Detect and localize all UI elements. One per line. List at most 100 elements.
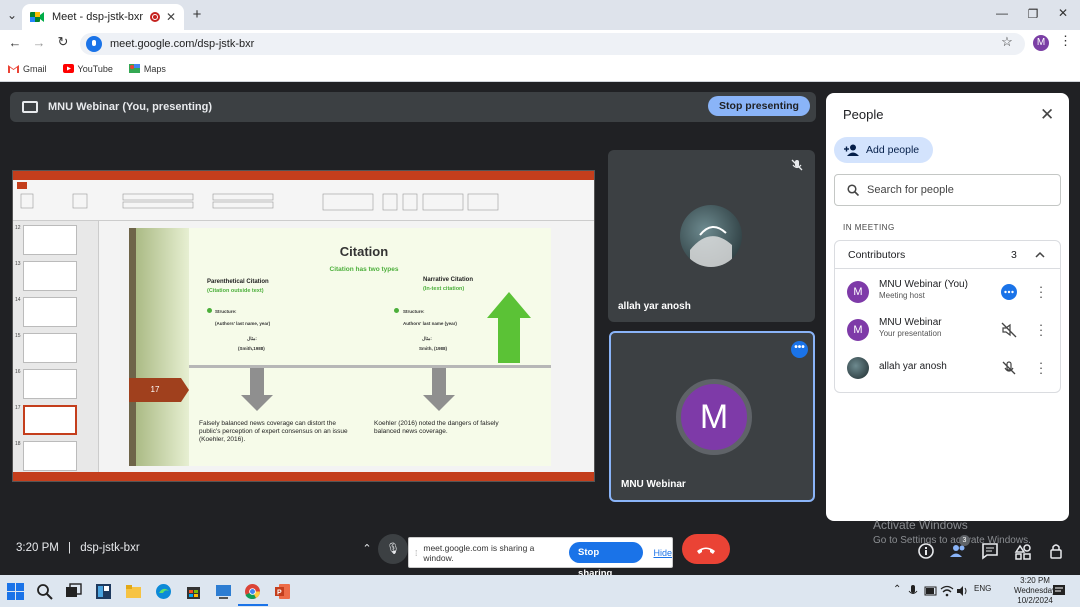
more-options-icon[interactable]: •••: [791, 341, 808, 358]
tab-strip: ⌄ Meet - dsp-jstk-bxr ✕ + — ❐ ✕: [0, 0, 1080, 30]
thumbnail[interactable]: [23, 333, 77, 363]
green-arrow-stem: [498, 318, 520, 363]
contributors-header[interactable]: Contributors 3: [835, 241, 1060, 269]
file-explorer-icon[interactable]: [125, 583, 142, 600]
participant-row[interactable]: allah yar anosh · · ·: [835, 349, 1060, 387]
bookmark-star-icon[interactable]: ☆: [1000, 34, 1014, 50]
thumb-number: 15: [15, 333, 21, 339]
thumbnail[interactable]: [23, 441, 77, 471]
thumbnail[interactable]: [23, 297, 77, 327]
sharing-text: meet.google.com is sharing a window.: [423, 542, 535, 563]
mic-off-icon[interactable]: [1001, 360, 1017, 376]
notification-icon[interactable]: [1052, 584, 1066, 598]
stop-sharing-button[interactable]: Stop sharing: [569, 542, 644, 579]
bookmark-maps[interactable]: Maps: [128, 64, 166, 74]
tab-meet[interactable]: Meet - dsp-jstk-bxr ✕: [22, 4, 184, 30]
mic-tray-icon[interactable]: [908, 584, 918, 598]
activate-windows-title: Activate Windows: [873, 518, 968, 532]
participant-row[interactable]: M MNU Webinar Your presentation · · ·: [835, 311, 1060, 349]
system-clock[interactable]: 3:20 PM Wednesday 10/2/2024: [1014, 576, 1056, 606]
app-icon[interactable]: [215, 583, 232, 600]
recording-icon: [149, 12, 160, 22]
slide-subtitle: Citation has two types: [329, 266, 399, 273]
chat-icon[interactable]: [981, 542, 999, 560]
chevron-up-icon[interactable]: [1035, 250, 1045, 260]
windows-start-icon[interactable]: [7, 583, 24, 600]
reload-icon[interactable]: ↻: [56, 34, 70, 50]
wifi-icon[interactable]: [940, 585, 954, 597]
task-view-icon[interactable]: [65, 583, 82, 600]
thumbnail[interactable]: [23, 369, 77, 399]
maps-icon: [128, 64, 140, 73]
right-body-text: Koehler (2016) noted the dangers of fals…: [374, 420, 499, 435]
slide-title: Citation: [339, 244, 389, 259]
tab-title: Meet - dsp-jstk-bxr: [52, 11, 144, 23]
search-people-input[interactable]: Search for people: [834, 174, 1061, 206]
add-people-label: Add people: [866, 144, 920, 156]
slide-leaf-decoration: [129, 228, 189, 466]
people-title: People: [843, 107, 884, 122]
kebab-menu-icon[interactable]: · · ·: [1038, 356, 1044, 379]
volume-icon[interactable]: [956, 585, 968, 597]
participant-avatar: M: [847, 281, 869, 303]
browser-menu-icon[interactable]: ⋮: [1059, 33, 1072, 49]
minimize-icon[interactable]: —: [996, 6, 1008, 20]
kebab-menu-icon[interactable]: · · ·: [1038, 318, 1044, 341]
participant-row[interactable]: M MNU Webinar (You) Meeting host · · ·: [835, 273, 1060, 311]
search-icon[interactable]: [36, 583, 53, 600]
bookmark-youtube[interactable]: YouTube: [62, 63, 113, 74]
mic-button[interactable]: 🎙: [378, 534, 408, 564]
right-structure: Structure:: [403, 309, 425, 314]
thumb-number: 18: [15, 441, 21, 447]
bookmark-youtube-label: YouTube: [77, 63, 113, 74]
current-slide: Citation Citation has two types Parenthe…: [129, 228, 551, 466]
participant-tile-active[interactable]: ••• M MNU Webinar: [609, 331, 815, 502]
thumbnail-selected[interactable]: [23, 405, 77, 435]
participant-tile[interactable]: allah yar anosh: [608, 150, 815, 322]
new-tab-icon[interactable]: +: [191, 6, 203, 23]
thumbnail[interactable]: [23, 225, 77, 255]
participant-photo: [847, 357, 869, 379]
tab-close-icon[interactable]: ✕: [166, 10, 176, 24]
battery-icon[interactable]: [924, 585, 938, 597]
add-people-button[interactable]: Add people: [834, 137, 933, 163]
bullet-dot: [207, 308, 212, 313]
bookmark-gmail[interactable]: Gmail: [8, 64, 47, 74]
slide-number-tag: 17: [129, 378, 189, 402]
contributors-label: Contributors: [848, 248, 906, 261]
info-icon[interactable]: [917, 542, 935, 560]
back-icon[interactable]: ←: [8, 35, 22, 50]
restore-icon[interactable]: ❐: [1027, 7, 1039, 21]
language-indicator[interactable]: ENG: [974, 584, 991, 593]
window-close-icon[interactable]: ✕: [1057, 6, 1069, 20]
forward-icon[interactable]: →: [32, 35, 46, 50]
slide-thumbnails[interactable]: 12 13 14 15 16 17 18: [13, 221, 99, 476]
left-example: (Smith,1988): [238, 346, 265, 351]
powerpoint-icon[interactable]: P: [274, 583, 291, 600]
end-call-button[interactable]: [682, 534, 730, 564]
grey-arrow-stem: [250, 368, 264, 396]
hide-link[interactable]: Hide: [653, 548, 672, 558]
volume-off-icon[interactable]: [1001, 322, 1017, 338]
mic-in-use-icon[interactable]: [86, 36, 102, 52]
profile-avatar[interactable]: M: [1033, 35, 1049, 51]
more-options-icon[interactable]: [1001, 284, 1017, 300]
activities-icon[interactable]: [1014, 542, 1032, 560]
edge-icon[interactable]: [155, 583, 172, 600]
in-meeting-label: IN MEETING: [843, 223, 895, 232]
system-date: 10/2/2024: [1017, 596, 1053, 605]
widgets-icon[interactable]: [95, 583, 112, 600]
address-bar[interactable]: meet.google.com/dsp-jstk-bxr: [80, 33, 1025, 55]
green-arrow-icon: [487, 292, 531, 318]
kebab-menu-icon[interactable]: · · ·: [1038, 280, 1044, 303]
chrome-icon[interactable]: [244, 583, 261, 600]
close-panel-icon[interactable]: ✕: [1040, 105, 1054, 125]
store-icon[interactable]: [185, 583, 202, 600]
host-controls-icon[interactable]: [1047, 542, 1065, 560]
stop-presenting-button[interactable]: Stop presenting: [708, 96, 810, 116]
tray-chevron-icon[interactable]: ⌃: [893, 584, 901, 595]
drag-handle-icon[interactable]: ⁞: [415, 548, 417, 558]
thumbnail[interactable]: [23, 261, 77, 291]
screen: { "browser": { "tab_title": "Meet - dsp-…: [0, 0, 1080, 607]
tab-search-icon[interactable]: ⌄: [6, 8, 18, 22]
